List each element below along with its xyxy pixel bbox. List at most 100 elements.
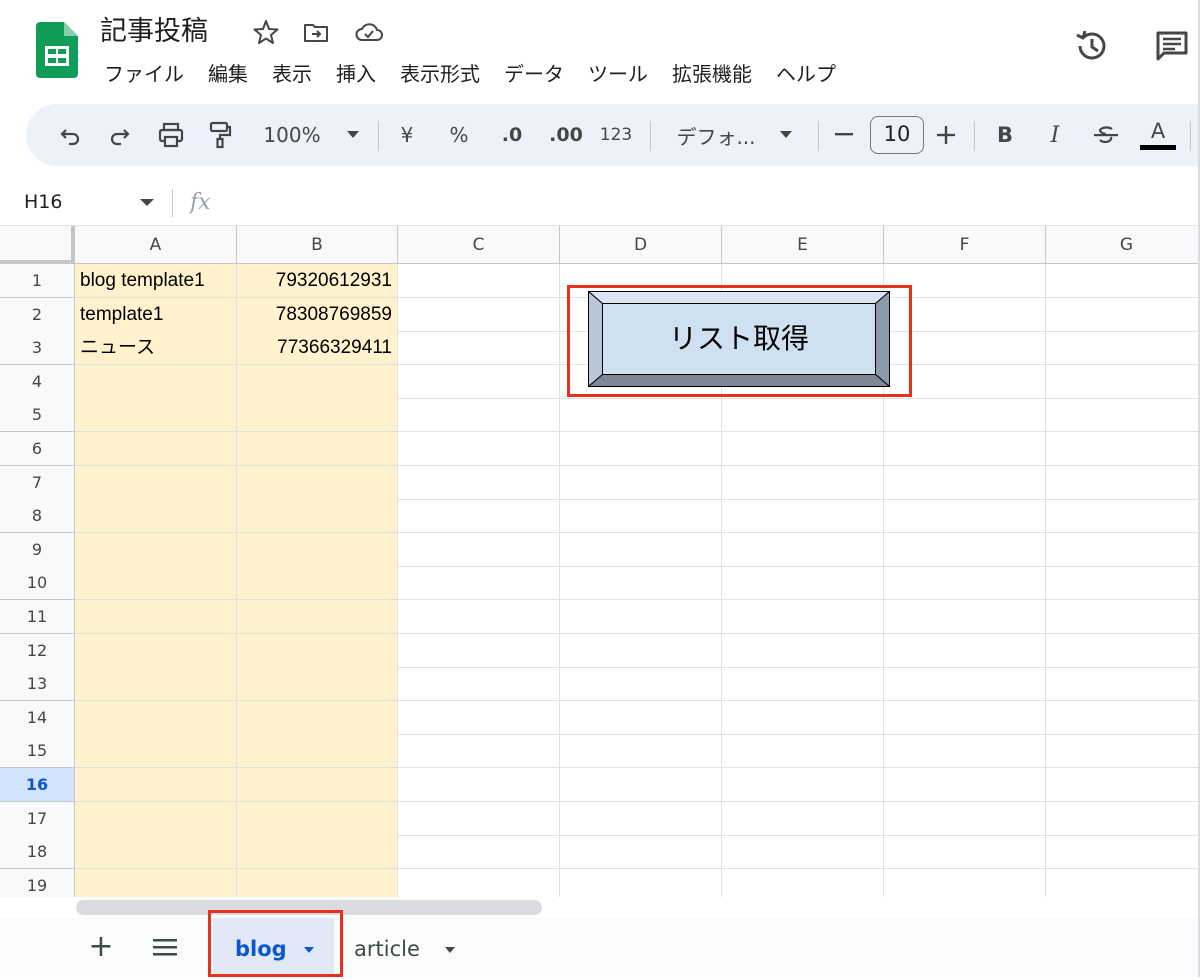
version-history-icon[interactable]	[1072, 26, 1112, 66]
cell-a9[interactable]	[75, 533, 237, 567]
cell-g19[interactable]	[1046, 869, 1200, 897]
cell-c13[interactable]	[398, 667, 560, 701]
cell-a10[interactable]	[75, 566, 237, 600]
row-header[interactable]: 7	[0, 466, 75, 500]
decrease-decimal-button[interactable]: .0	[494, 104, 530, 166]
cell-b15[interactable]	[237, 734, 398, 768]
cell-d12[interactable]	[560, 634, 722, 668]
cell-e7[interactable]	[722, 466, 884, 500]
percent-format-button[interactable]: %	[444, 104, 474, 166]
cell-c1[interactable]	[398, 264, 560, 298]
cell-f11[interactable]	[884, 600, 1046, 634]
cell-b13[interactable]	[237, 667, 398, 701]
chevron-down-icon[interactable]	[442, 944, 458, 956]
cell-e13[interactable]	[722, 667, 884, 701]
cell-a14[interactable]	[75, 701, 237, 735]
cell-a18[interactable]	[75, 835, 237, 869]
cell-g6[interactable]	[1046, 432, 1200, 466]
menu-view[interactable]: 表示	[260, 56, 324, 92]
font-size-input[interactable]: 10	[870, 116, 924, 154]
cell-d14[interactable]	[560, 701, 722, 735]
cell-c10[interactable]	[398, 566, 560, 600]
cell-a3[interactable]: ニュース	[75, 331, 237, 365]
cell-d13[interactable]	[560, 667, 722, 701]
cell-c3[interactable]	[398, 331, 560, 365]
redo-icon[interactable]	[104, 104, 136, 166]
cell-d15[interactable]	[560, 734, 722, 768]
cell-a19[interactable]	[75, 869, 237, 897]
cell-c8[interactable]	[398, 499, 560, 533]
row-header[interactable]: 4	[0, 365, 75, 399]
cell-f15[interactable]	[884, 734, 1046, 768]
cell-g16[interactable]	[1046, 768, 1200, 802]
cell-b19[interactable]	[237, 869, 398, 897]
cell-g7[interactable]	[1046, 466, 1200, 500]
cell-a16[interactable]	[75, 768, 237, 802]
cloud-saved-icon[interactable]	[354, 18, 383, 46]
cell-b17[interactable]	[237, 802, 398, 836]
cell-c7[interactable]	[398, 466, 560, 500]
cell-g9[interactable]	[1046, 533, 1200, 567]
document-title[interactable]: 記事投稿	[100, 12, 208, 52]
cell-e18[interactable]	[722, 835, 884, 869]
cell-a13[interactable]	[75, 667, 237, 701]
row-header[interactable]: 16	[0, 768, 75, 802]
cell-e19[interactable]	[722, 869, 884, 897]
cell-e5[interactable]	[722, 398, 884, 432]
cell-d5[interactable]	[560, 398, 722, 432]
menu-format[interactable]: 表示形式	[388, 56, 492, 92]
cell-g1[interactable]	[1046, 264, 1200, 298]
row-header[interactable]: 12	[0, 634, 75, 668]
cell-f12[interactable]	[884, 634, 1046, 668]
more-formats-button[interactable]: 123	[596, 104, 636, 166]
column-header[interactable]: B	[237, 226, 398, 264]
row-header[interactable]: 8	[0, 499, 75, 533]
row-header[interactable]: 10	[0, 566, 75, 600]
column-header[interactable]: E	[722, 226, 884, 264]
menu-file[interactable]: ファイル	[92, 56, 196, 92]
cell-g10[interactable]	[1046, 566, 1200, 600]
cell-g17[interactable]	[1046, 802, 1200, 836]
cell-g12[interactable]	[1046, 634, 1200, 668]
currency-format-button[interactable]: ¥	[392, 104, 422, 166]
cell-b6[interactable]	[237, 432, 398, 466]
cell-f18[interactable]	[884, 835, 1046, 869]
cell-g13[interactable]	[1046, 667, 1200, 701]
cell-b7[interactable]	[237, 466, 398, 500]
menu-extensions[interactable]: 拡張機能	[660, 56, 764, 92]
cell-e16[interactable]	[722, 768, 884, 802]
cell-e15[interactable]	[722, 734, 884, 768]
cell-d6[interactable]	[560, 432, 722, 466]
menu-help[interactable]: ヘルプ	[764, 56, 848, 92]
cell-c5[interactable]	[398, 398, 560, 432]
cell-c11[interactable]	[398, 600, 560, 634]
cell-d19[interactable]	[560, 869, 722, 897]
increase-font-size-icon[interactable]	[932, 104, 960, 166]
cell-a1[interactable]: blog template1	[75, 264, 237, 298]
row-header[interactable]: 14	[0, 701, 75, 735]
cell-b12[interactable]	[237, 634, 398, 668]
cell-c6[interactable]	[398, 432, 560, 466]
bold-button[interactable]: B	[990, 104, 1020, 166]
decrease-font-size-icon[interactable]	[830, 104, 858, 166]
cell-f6[interactable]	[884, 432, 1046, 466]
cell-d8[interactable]	[560, 499, 722, 533]
row-header[interactable]: 15	[0, 734, 75, 768]
name-box[interactable]: H16	[24, 180, 62, 226]
sheets-logo-icon[interactable]	[36, 22, 78, 78]
cell-g15[interactable]	[1046, 734, 1200, 768]
row-header[interactable]: 9	[0, 533, 75, 567]
cell-d11[interactable]	[560, 600, 722, 634]
cell-d16[interactable]	[560, 768, 722, 802]
column-header[interactable]: C	[398, 226, 560, 264]
row-header[interactable]: 17	[0, 802, 75, 836]
cell-f5[interactable]	[884, 398, 1046, 432]
cell-b4[interactable]	[237, 365, 398, 399]
cell-a15[interactable]	[75, 734, 237, 768]
cell-a12[interactable]	[75, 634, 237, 668]
cell-g8[interactable]	[1046, 499, 1200, 533]
cell-f7[interactable]	[884, 466, 1046, 500]
row-header[interactable]: 2	[0, 298, 75, 332]
cell-c12[interactable]	[398, 634, 560, 668]
menu-edit[interactable]: 編集	[196, 56, 260, 92]
